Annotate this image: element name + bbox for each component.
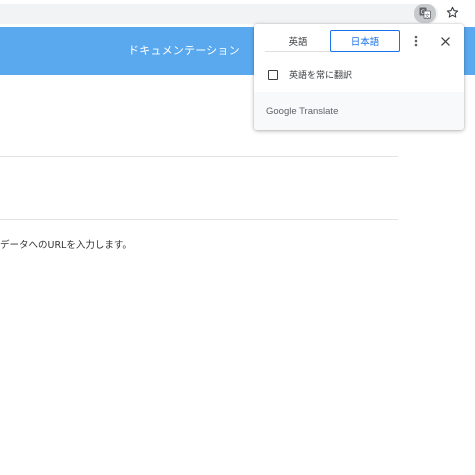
- translate-popup: 英語 日本語 英語を常に翻訳 Google Translate: [254, 24, 464, 130]
- always-translate-checkbox[interactable]: [268, 69, 278, 80]
- divider: [0, 156, 398, 157]
- close-button[interactable]: [437, 33, 453, 51]
- always-translate-option[interactable]: 英語を常に翻訳: [268, 68, 352, 81]
- address-bar[interactable]: [0, 4, 438, 24]
- url-help-text: データへのURLを入力します。: [0, 240, 132, 251]
- translate-button[interactable]: G 文: [414, 4, 436, 23]
- header-nav-documentation[interactable]: ドキュメンテーション: [128, 42, 240, 58]
- google-translate-brand: Google Translate: [266, 106, 339, 117]
- close-icon: [440, 35, 450, 49]
- more-options-button[interactable]: [409, 33, 423, 51]
- divider: [0, 219, 398, 220]
- svg-text:文: 文: [425, 12, 430, 19]
- more-vert-icon: [414, 35, 418, 50]
- tab-english[interactable]: 英語: [265, 30, 331, 52]
- translate-icon: G 文: [419, 4, 431, 23]
- star-icon: [446, 4, 459, 23]
- browser-toolbar: G 文: [0, 0, 475, 27]
- bookmark-star-button[interactable]: [444, 5, 460, 21]
- popup-footer: Google Translate: [254, 92, 464, 130]
- tab-japanese[interactable]: 日本語: [330, 30, 400, 52]
- always-translate-label: 英語を常に翻訳: [289, 71, 353, 81]
